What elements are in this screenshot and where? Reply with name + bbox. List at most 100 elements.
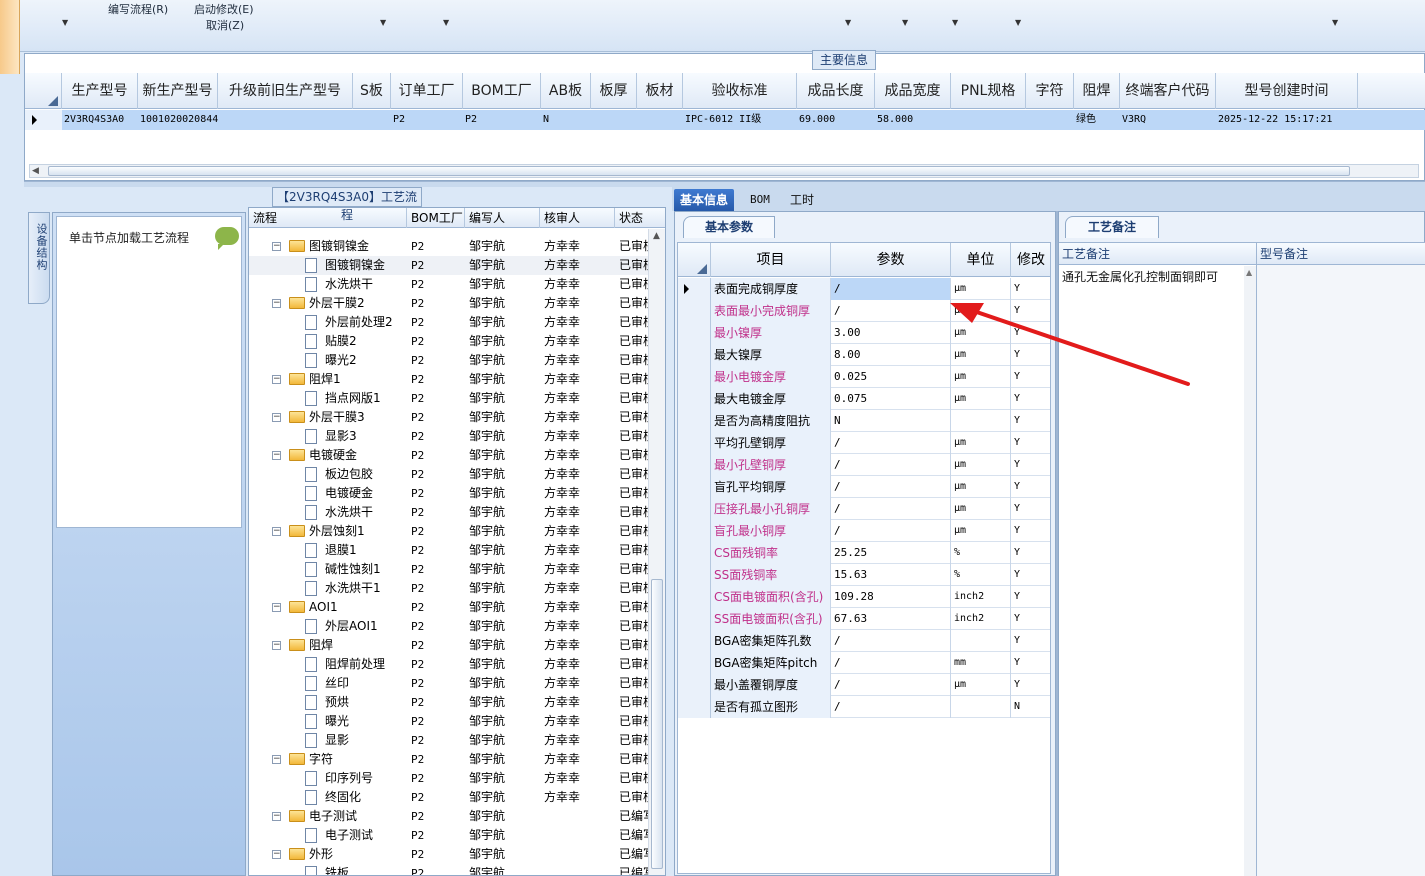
tree-node[interactable]: − 阻焊1 — [249, 370, 407, 389]
tree-node[interactable]: − 字符 — [249, 750, 407, 769]
param-row[interactable]: 最小盖覆铜厚度 / μm Y — [678, 674, 1050, 696]
scroll-left-icon[interactable]: ◀ — [32, 166, 39, 176]
dropdown-arrow-icon[interactable]: ▼ — [62, 18, 68, 27]
row-marker-icon[interactable] — [678, 322, 711, 344]
tree-row[interactable]: − 外层干膜2 P2 邹宇航 方幸幸 已审核 — [249, 294, 649, 313]
main-cell-7[interactable] — [591, 110, 637, 130]
tree-node[interactable]: − 外形 — [249, 845, 407, 864]
collapse-icon[interactable]: − — [272, 812, 281, 821]
tree-row[interactable]: − 外层干膜3 P2 邹宇航 方幸幸 已审核 — [249, 408, 649, 427]
scroll-thumb[interactable] — [651, 579, 663, 869]
main-col-5[interactable]: BOM工厂 — [463, 73, 541, 109]
tree-row[interactable]: 水洗烘干 P2 邹宇航 方幸幸 已审核 — [249, 503, 649, 522]
grid-corner[interactable] — [678, 243, 711, 277]
main-cell-13[interactable] — [1026, 110, 1074, 130]
tree-row[interactable]: 曝光2 P2 邹宇航 方幸幸 已审核 — [249, 351, 649, 370]
horizontal-scrollbar[interactable]: ◀ — [29, 164, 1419, 178]
tree-row[interactable]: − 电子测试 P2 邹宇航 已编写 — [249, 807, 649, 826]
tree-row[interactable]: 外层AOI1 P2 邹宇航 方幸幸 已审核 — [249, 617, 649, 636]
main-col-8[interactable]: 板材 — [637, 73, 683, 109]
tree-row[interactable]: 印序列号 P2 邹宇航 方幸幸 已审核 — [249, 769, 649, 788]
tree-node[interactable]: − AOI1 — [249, 598, 407, 617]
param-value[interactable]: 67.63 — [831, 608, 951, 630]
model-notes-header[interactable]: 型号备注 — [1257, 243, 1425, 265]
param-row[interactable]: BGA密集矩阵pitch / mm Y — [678, 652, 1050, 674]
param-value[interactable]: 3.00 — [831, 322, 951, 344]
tree-node[interactable]: 曝光2 — [249, 351, 407, 370]
tree-row[interactable]: 挡点网版1 P2 邹宇航 方幸幸 已审核 — [249, 389, 649, 408]
tree-row[interactable]: 电子测试 P2 邹宇航 已编写 — [249, 826, 649, 845]
main-col-13[interactable]: 字符 — [1026, 73, 1074, 109]
tab-work-hours[interactable]: 工时 — [784, 189, 820, 211]
main-cell-8[interactable] — [637, 110, 683, 130]
tree-row[interactable]: 铣板 P2 邹宇航 已编写 — [249, 864, 649, 875]
process-notes-text[interactable]: 通孔无金属化孔控制面铜即可 — [1059, 265, 1256, 288]
tree-row[interactable]: 显影3 P2 邹宇航 方幸幸 已审核 — [249, 427, 649, 446]
param-row[interactable]: 最小孔壁铜厚 / μm Y — [678, 454, 1050, 476]
tree-node[interactable]: − 电镀硬金 — [249, 446, 407, 465]
tree-row[interactable]: − 图镀铜镍金 P2 邹宇航 方幸幸 已审核 — [249, 237, 649, 256]
col-modify[interactable]: 修改 — [1011, 243, 1050, 277]
main-cell-4[interactable]: P2 — [391, 110, 463, 130]
param-value[interactable]: / — [831, 630, 951, 652]
tree-node[interactable]: 显影 — [249, 731, 407, 750]
row-marker-icon[interactable] — [678, 410, 711, 432]
dropdown-arrow-icon[interactable]: ▼ — [380, 18, 386, 27]
param-value[interactable]: / — [831, 652, 951, 674]
row-marker-icon[interactable] — [678, 564, 711, 586]
dropdown-arrow-icon[interactable]: ▼ — [902, 18, 908, 27]
row-marker-icon[interactable] — [678, 652, 711, 674]
tree-node[interactable]: − 电子测试 — [249, 807, 407, 826]
param-row[interactable]: 平均孔壁铜厚 / μm Y — [678, 432, 1050, 454]
main-cell-3[interactable] — [353, 110, 391, 130]
tree-row[interactable]: − 外形 P2 邹宇航 已编写 — [249, 845, 649, 864]
collapse-icon[interactable]: − — [272, 413, 281, 422]
tree-node[interactable]: 显影3 — [249, 427, 407, 446]
collapse-icon[interactable]: − — [272, 242, 281, 251]
collapse-icon[interactable]: − — [272, 299, 281, 308]
param-value[interactable]: / — [831, 432, 951, 454]
tree-row[interactable]: 曝光 P2 邹宇航 方幸幸 已审核 — [249, 712, 649, 731]
collapse-icon[interactable]: − — [272, 375, 281, 384]
tree-row[interactable]: 外层前处理2 P2 邹宇航 方幸幸 已审核 — [249, 313, 649, 332]
main-cell-2[interactable] — [218, 110, 353, 130]
tree-row[interactable]: 阻焊前处理 P2 邹宇航 方幸幸 已审核 — [249, 655, 649, 674]
dropdown-arrow-icon[interactable]: ▼ — [1015, 18, 1021, 27]
row-marker-icon[interactable] — [678, 366, 711, 388]
param-value[interactable]: 109.28 — [831, 586, 951, 608]
param-value[interactable]: / — [831, 696, 951, 718]
tree-node[interactable]: 挡点网版1 — [249, 389, 407, 408]
collapse-icon[interactable]: − — [272, 451, 281, 460]
basic-params-tab[interactable]: 基本参数 — [683, 216, 775, 238]
param-value[interactable]: / — [831, 278, 951, 300]
tree-node[interactable]: − 图镀铜镍金 — [249, 237, 407, 256]
param-row[interactable]: 最大镍厚 8.00 μm Y — [678, 344, 1050, 366]
param-row[interactable]: 盲孔平均铜厚 / μm Y — [678, 476, 1050, 498]
tree-node[interactable]: − 外层蚀刻1 — [249, 522, 407, 541]
collapse-icon[interactable]: − — [272, 850, 281, 859]
row-marker-icon[interactable] — [678, 498, 711, 520]
main-col-4[interactable]: 订单工厂 — [391, 73, 463, 109]
row-marker-icon[interactable] — [678, 696, 711, 718]
main-cell-6[interactable]: N — [541, 110, 591, 130]
tree-node[interactable]: 电镀硬金 — [249, 484, 407, 503]
param-row[interactable]: 是否为高精度阻抗 N Y — [678, 410, 1050, 432]
main-col-9[interactable]: 验收标准 — [683, 73, 797, 109]
tree-row[interactable]: 碱性蚀刻1 P2 邹宇航 方幸幸 已审核 — [249, 560, 649, 579]
param-row[interactable]: SS面电镀面积(含孔) 67.63 inch2 Y — [678, 608, 1050, 630]
tree-node[interactable]: 贴膜2 — [249, 332, 407, 351]
start-modify-menu[interactable]: 启动修改(E) — [194, 1, 254, 17]
param-value[interactable]: / — [831, 674, 951, 696]
tree-node[interactable]: 印序列号 — [249, 769, 407, 788]
row-marker-icon[interactable] — [678, 630, 711, 652]
param-row[interactable]: CS面残铜率 25.25% Y — [678, 542, 1050, 564]
row-marker-icon[interactable] — [678, 608, 711, 630]
tree-node[interactable]: 水洗烘干 — [249, 275, 407, 294]
tree-row[interactable]: − 电镀硬金 P2 邹宇航 方幸幸 已审核 — [249, 446, 649, 465]
col-param[interactable]: 参数 — [831, 243, 951, 277]
tree-row[interactable]: 显影 P2 邹宇航 方幸幸 已审核 — [249, 731, 649, 750]
cancel-menu[interactable]: 取消(Z) — [206, 17, 244, 33]
param-row[interactable]: 是否有孤立图形 / N — [678, 696, 1050, 718]
row-marker-icon[interactable] — [678, 278, 711, 300]
main-col-6[interactable]: AB板 — [541, 73, 591, 109]
